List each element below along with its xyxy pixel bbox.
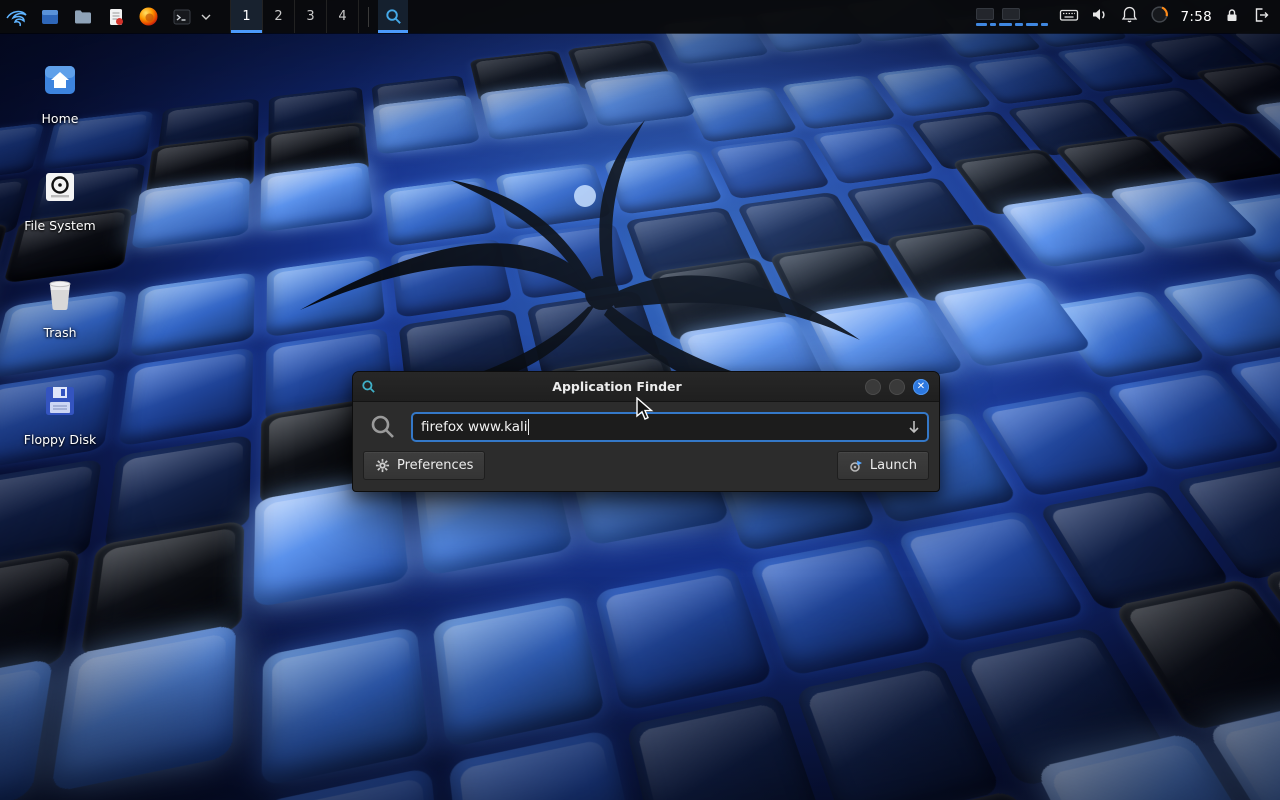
desktop-icon-label: File System [24, 218, 96, 233]
minimize-button[interactable] [865, 379, 881, 395]
keyboard-indicator[interactable] [1059, 5, 1079, 29]
network-monitor-graph [976, 23, 1048, 26]
folder-launcher[interactable] [66, 0, 99, 33]
search-icon [369, 413, 397, 441]
panel-separator [368, 7, 369, 27]
gear-icon [375, 458, 390, 473]
terminal-dropdown-button[interactable] [198, 0, 214, 33]
system-tray[interactable] [976, 8, 1048, 26]
text-cursor [528, 419, 529, 435]
window-titlebar[interactable]: Application Finder ✕ [353, 372, 939, 402]
firefox-icon [138, 6, 159, 27]
chevron-down-icon [201, 14, 211, 20]
wallpaper-cube [262, 626, 430, 787]
logout-icon [1252, 6, 1270, 24]
volume-control[interactable] [1090, 5, 1109, 28]
close-button[interactable]: ✕ [913, 379, 929, 395]
wallpaper-cube [432, 595, 605, 748]
floppy-disk-icon [43, 384, 77, 418]
desktop-icon-home[interactable]: Home [2, 48, 118, 155]
desktop: 1 2 3 4 [0, 0, 1280, 800]
workspace-button-4[interactable]: 4 [327, 0, 359, 33]
file-manager-launcher[interactable] [33, 0, 66, 33]
workspace-button-2[interactable]: 2 [263, 0, 295, 33]
top-panel: 1 2 3 4 [0, 0, 1280, 33]
clock[interactable]: 7:58 [1180, 9, 1212, 25]
finder-search-icon [384, 7, 403, 26]
preferences-button-label: Preferences [397, 458, 473, 473]
desktop-icon-list: Home File System Trash [2, 48, 118, 476]
terminal-launcher[interactable] [165, 0, 198, 33]
status-indicator[interactable] [1150, 5, 1169, 28]
lock-screen-icon [1223, 6, 1241, 24]
lock-screen-button[interactable] [1223, 6, 1241, 28]
desktop-icon-floppy-disk[interactable]: Floppy Disk [2, 369, 118, 476]
window-body: firefox www.kali [353, 402, 939, 491]
wallpaper-cube [748, 537, 934, 677]
kali-menu-icon [5, 5, 29, 29]
panel-indicators: 7:58 [976, 5, 1280, 29]
folder-icon [73, 7, 93, 27]
launch-button-label: Launch [870, 458, 917, 473]
status-indicator-icon [1150, 5, 1169, 24]
wallpaper-cube [794, 659, 1002, 800]
file-system-icon [43, 170, 77, 204]
file-manager-icon [40, 7, 60, 27]
notifications[interactable] [1120, 5, 1139, 28]
search-input-value: firefox www.kali [421, 419, 527, 435]
wallpaper-cube [896, 510, 1087, 643]
wallpaper-cube [626, 693, 827, 800]
taskbar-button-application-finder[interactable] [378, 0, 408, 33]
keyboard-icon [1059, 5, 1079, 25]
launch-icon [849, 459, 863, 473]
window-icon-search [361, 379, 376, 394]
wallpaper-cube [51, 624, 236, 793]
wallpaper-cube [130, 272, 255, 358]
desktop-icon-trash[interactable]: Trash [2, 262, 118, 369]
window-title: Application Finder [383, 379, 851, 394]
workspace-switcher: 1 2 3 4 [230, 0, 359, 33]
desktop-icon-label: Home [42, 111, 79, 126]
panel-launchers: 1 2 3 4 [0, 0, 408, 33]
text-editor-launcher[interactable] [99, 0, 132, 33]
application-finder-window: Application Finder ✕ firefox www.kali [352, 371, 940, 492]
volume-icon [1090, 5, 1109, 24]
home-icon [42, 63, 78, 97]
wallpaper-cube [118, 347, 253, 446]
history-dropdown-icon[interactable] [907, 419, 921, 435]
maximize-button[interactable] [889, 379, 905, 395]
desktop-icon-label: Floppy Disk [24, 432, 96, 447]
wallpaper-cube [594, 565, 774, 711]
logout-button[interactable] [1252, 6, 1270, 28]
desktop-icon-file-system[interactable]: File System [2, 155, 118, 262]
tray-app-icon[interactable] [976, 8, 994, 20]
terminal-icon [172, 7, 192, 27]
launch-button[interactable]: Launch [837, 451, 929, 480]
workspace-button-3[interactable]: 3 [295, 0, 327, 33]
firefox-launcher[interactable] [132, 0, 165, 33]
wallpaper-cube [0, 658, 53, 800]
tray-app-icon[interactable] [1002, 8, 1020, 20]
kali-menu-button[interactable] [0, 0, 33, 33]
workspace-button-1[interactable]: 1 [231, 0, 263, 33]
search-input[interactable]: firefox www.kali [411, 412, 929, 442]
notifications-bell-icon [1120, 5, 1139, 24]
desktop-icon-label: Trash [43, 325, 76, 340]
trash-icon [44, 276, 76, 312]
preferences-button[interactable]: Preferences [363, 451, 485, 480]
text-editor-icon [106, 7, 126, 27]
window-controls: ✕ [851, 379, 939, 395]
